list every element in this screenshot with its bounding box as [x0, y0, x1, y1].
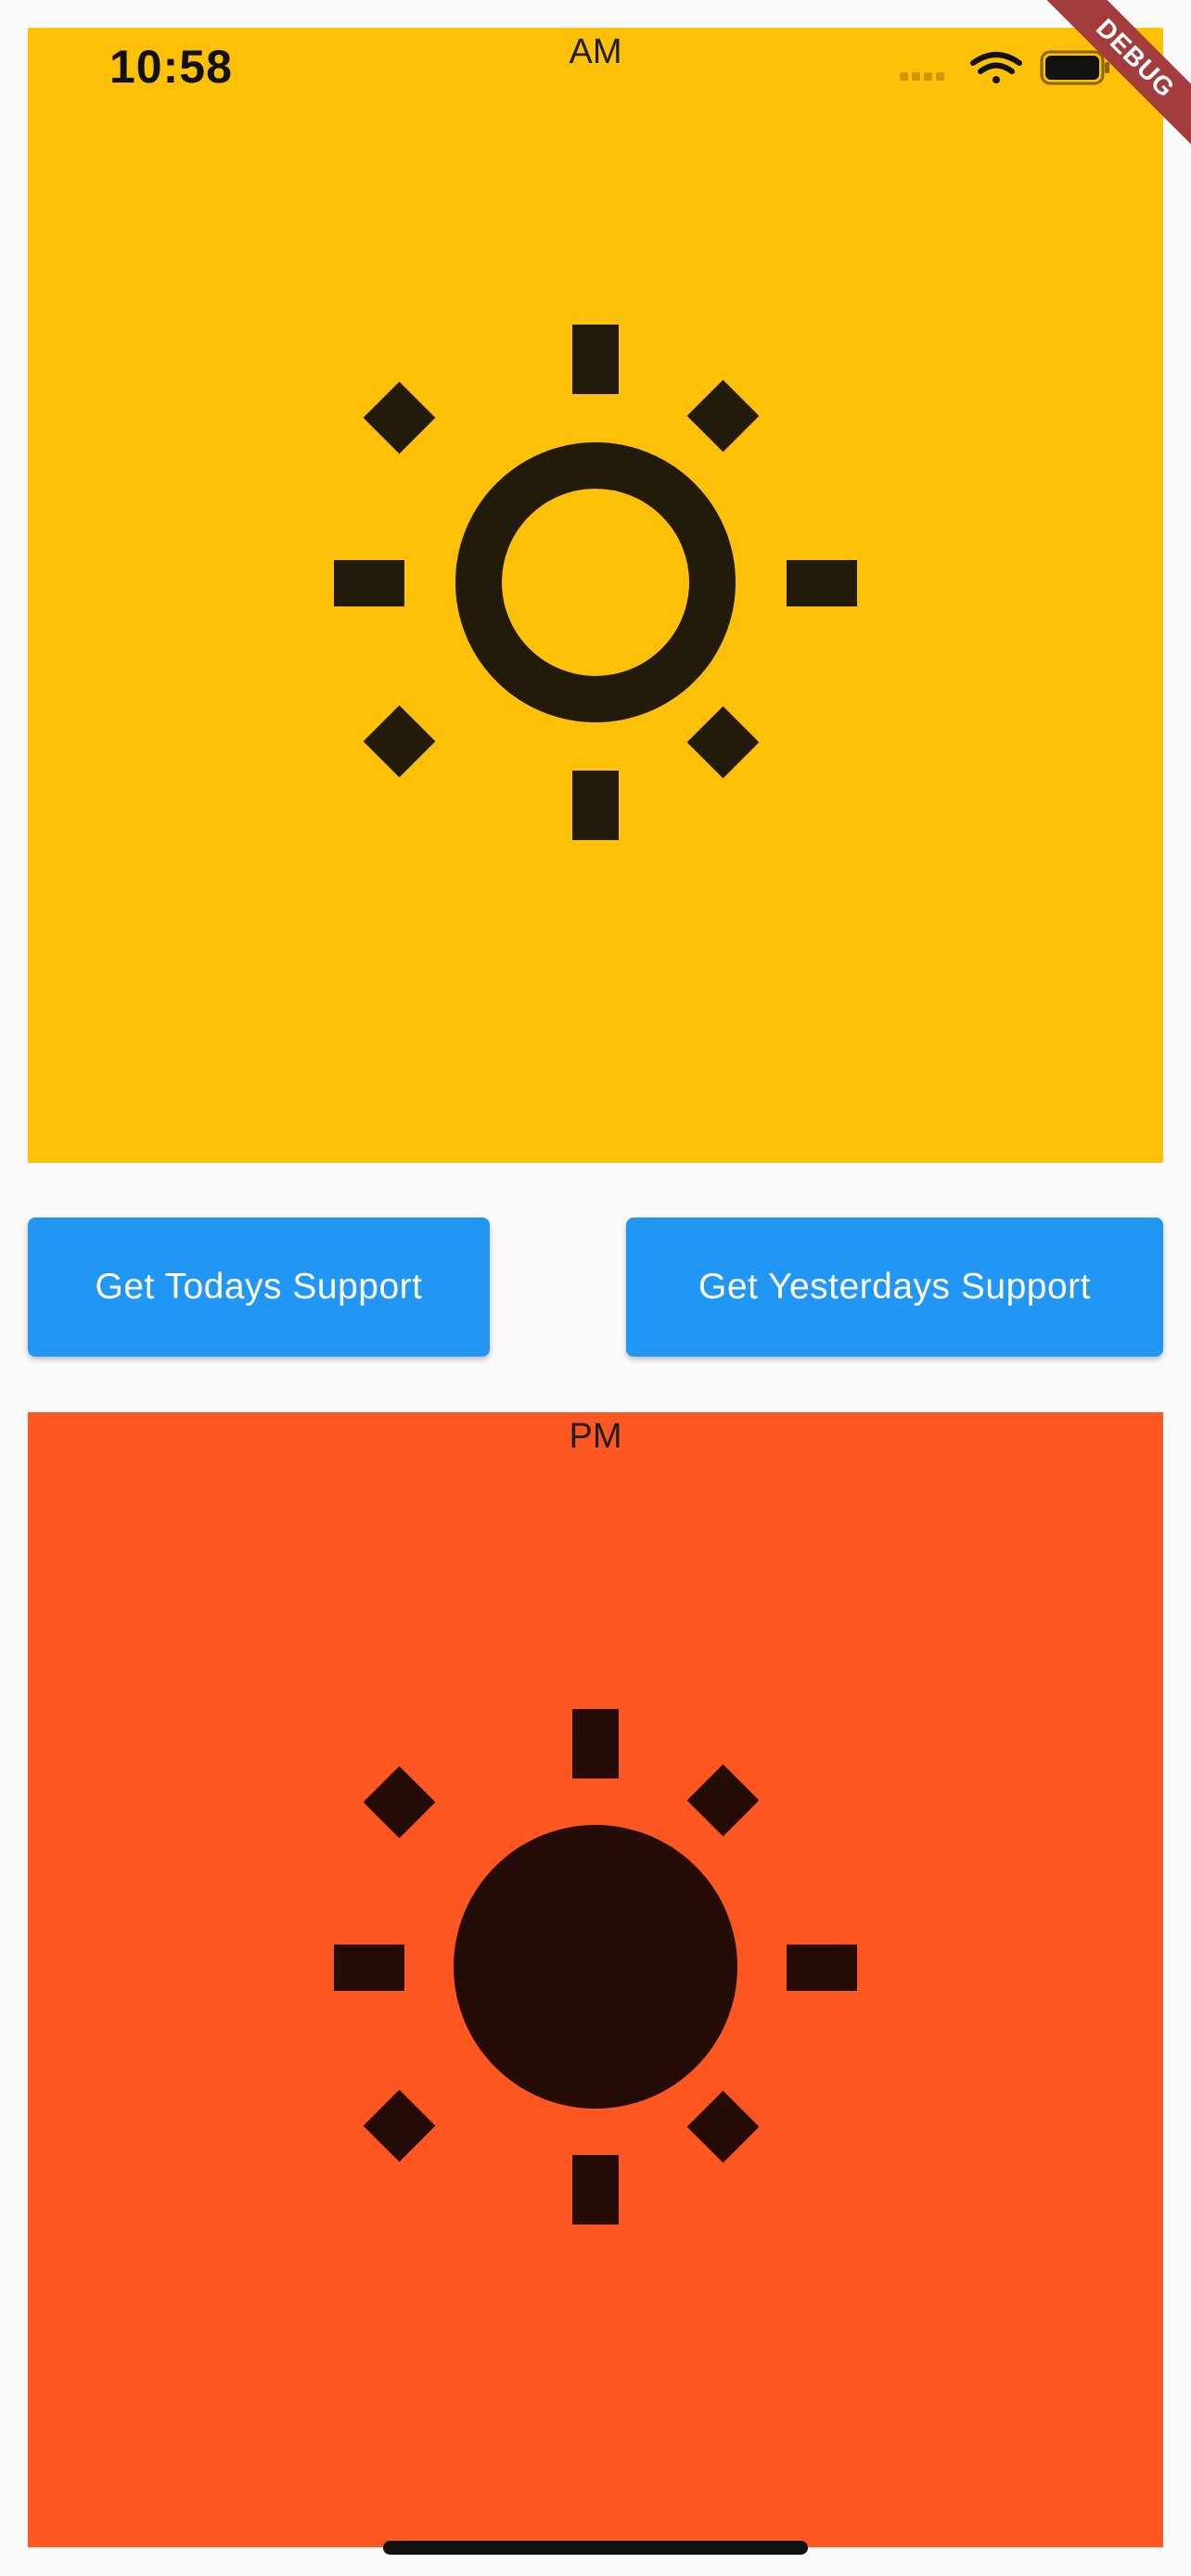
battery-icon: [1040, 50, 1109, 85]
sun-disc: [454, 1825, 737, 2109]
home-indicator: [383, 2541, 808, 2555]
pm-panel: PM: [28, 1412, 1163, 2547]
get-todays-support-button[interactable]: Get Todays Support: [28, 1218, 490, 1357]
get-yesterdays-support-button[interactable]: Get Yesterdays Support: [626, 1218, 1163, 1357]
wifi-icon: [970, 52, 1022, 83]
sun-outline-icon: [28, 28, 1163, 1163]
status-bar-icons: [900, 50, 1109, 85]
sun-filled-icon: [28, 1412, 1163, 2547]
pm-label: PM: [569, 1417, 622, 1456]
am-panel: AM: [28, 28, 1163, 1163]
am-panel-background: [28, 28, 1163, 1163]
cellular-signal-icon: [900, 72, 944, 81]
status-bar-time: 10:58: [109, 41, 233, 93]
